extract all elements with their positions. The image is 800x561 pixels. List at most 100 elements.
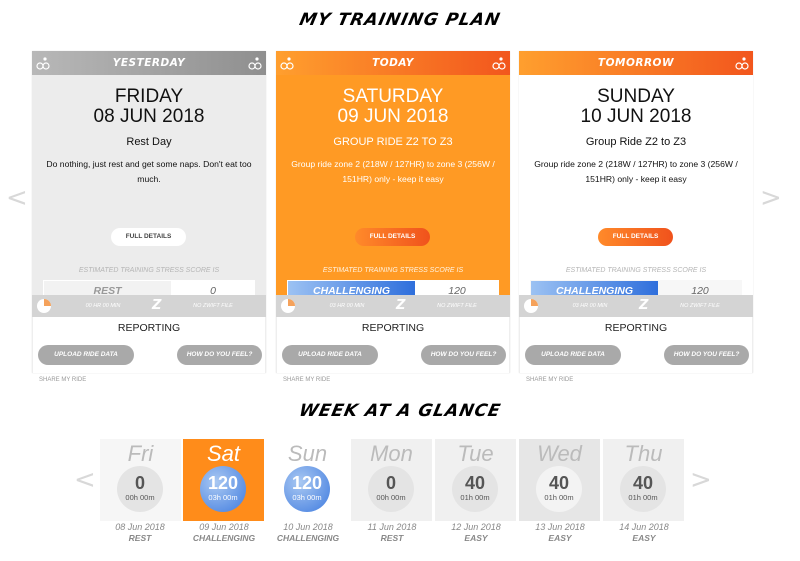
week-tss-value: 120: [207, 473, 239, 493]
tss-circle: 120 03h 00m: [200, 466, 246, 512]
tss-label: ESTIMATED TRAINING STRESS SCORE IS: [322, 267, 464, 274]
clock-pie-icon: [524, 299, 538, 313]
week-time: 00h 00m: [125, 493, 155, 502]
zwift-z-icon: Z: [396, 298, 406, 313]
card-info-row: 03 HR 00 MIN Z NO ZWIFT FILE: [276, 295, 510, 317]
upload-ride-data-button[interactable]: UPLOAD RIDE DATA: [38, 345, 134, 365]
share-my-ride-link[interactable]: SHARE MY RIDE: [39, 377, 86, 383]
week-day-tile[interactable]: Wed 40 01h 00m: [519, 439, 600, 521]
cyclist-logo-icon: [280, 57, 294, 70]
card-ride-name: GROUP RIDE Z2 TO Z3: [333, 136, 453, 148]
week-tss-value: 40: [464, 473, 486, 493]
card-header-label: TODAY: [372, 57, 414, 69]
card-header: TODAY: [276, 51, 510, 75]
week-tss-value: 120: [291, 473, 323, 493]
week-tss-value: 40: [548, 473, 570, 493]
card-date: 08 JUN 2018: [93, 106, 205, 127]
zwift-file-label: NO ZWIFT FILE: [193, 303, 233, 309]
week-day-name: Wed: [537, 441, 582, 466]
week-day-tile[interactable]: Mon 0 00h 00m: [351, 439, 432, 521]
card-ride-name: Rest Day: [126, 136, 172, 148]
zwift-file-label: NO ZWIFT FILE: [437, 303, 477, 309]
how-do-you-feel-button[interactable]: HOW DO YOU FEEL?: [664, 345, 749, 365]
reporting-section: REPORTING UPLOAD RIDE DATA HOW DO YOU FE…: [519, 317, 753, 373]
card-day-name: SATURDAY: [342, 86, 444, 107]
card-ride-description: Group ride zone 2 (218W / 127HR) to zone…: [291, 159, 495, 184]
week-next-arrow[interactable]: >: [690, 467, 712, 493]
week-day-tile[interactable]: Sun 120 03h 00m: [267, 439, 348, 521]
card-body: FRIDAY 08 JUN 2018 Rest Day Do nothing, …: [32, 75, 266, 302]
day-card-tomorrow: TOMORROW SUNDAY 10 JUN 2018 Group Ride Z…: [519, 51, 753, 383]
week-time: 03h 00m: [292, 493, 322, 502]
week-level: EASY: [632, 533, 656, 543]
cards-next-arrow[interactable]: >: [760, 185, 782, 211]
duration-label: 00 HR 00 MIN: [85, 303, 121, 309]
full-details-button[interactable]: FULL DETAILS: [355, 228, 430, 246]
week-time: 01h 00m: [544, 493, 574, 502]
card-ride-description: Group ride zone 2 (218W / 127HR) to zone…: [534, 159, 738, 184]
week-tss-value: 0: [385, 473, 396, 493]
week-day-tile[interactable]: Fri 0 00h 00m: [100, 439, 181, 521]
week-day-name: Thu: [624, 441, 663, 466]
week-time: 03h 00m: [208, 493, 238, 502]
week-day-tile[interactable]: Tue 40 01h 00m: [435, 439, 516, 521]
week-day-tile[interactable]: Sat 120 03h 00m: [183, 439, 264, 521]
tss-circle: 0 00h 00m: [117, 466, 163, 512]
share-my-ride-link[interactable]: SHARE MY RIDE: [283, 377, 330, 383]
week-day-name: Sat: [206, 441, 241, 466]
cyclist-logo-icon: [36, 57, 50, 70]
how-do-you-feel-button[interactable]: HOW DO YOU FEEL?: [177, 345, 262, 365]
reporting-title: REPORTING: [117, 322, 181, 334]
duration-label: 03 HR 00 MIN: [329, 303, 365, 309]
card-day-name: SUNDAY: [597, 86, 675, 107]
week-tss-value: 0: [134, 473, 145, 493]
week-day-name: Sun: [287, 441, 328, 466]
card-body: SUNDAY 10 JUN 2018 Group Ride Z2 to Z3 G…: [519, 75, 753, 302]
training-plan-title: MY TRAINING PLAN: [297, 10, 503, 30]
week-day-name: Tue: [457, 441, 494, 466]
card-header: TOMORROW: [519, 51, 753, 75]
how-do-you-feel-button[interactable]: HOW DO YOU FEEL?: [421, 345, 506, 365]
cyclist-logo-icon: [492, 57, 506, 70]
week-time: 00h 00m: [376, 493, 406, 502]
zwift-z-icon: Z: [152, 298, 162, 313]
card-header-label: TOMORROW: [597, 57, 675, 69]
tss-circle: 40 01h 00m: [452, 466, 498, 512]
share-my-ride-link[interactable]: SHARE MY RIDE: [526, 377, 573, 383]
week-time: 01h 00m: [628, 493, 658, 502]
card-ride-description: Do nothing, just rest and get some naps.…: [46, 159, 252, 184]
week-tss-value: 40: [632, 473, 654, 493]
reporting-title: REPORTING: [604, 322, 668, 334]
tss-label: ESTIMATED TRAINING STRESS SCORE IS: [565, 267, 707, 274]
card-info-row: 00 HR 00 MIN Z NO ZWIFT FILE: [32, 295, 266, 317]
week-prev-arrow[interactable]: <: [74, 467, 96, 493]
full-details-button[interactable]: FULL DETAILS: [111, 228, 186, 246]
week-day-tile[interactable]: Thu 40 01h 00m: [603, 439, 684, 521]
card-ride-name: Group Ride Z2 to Z3: [585, 136, 687, 148]
day-card-today: TODAY SATURDAY 09 JUN 2018 GROUP RIDE Z2…: [276, 51, 510, 383]
tss-circle: 40 01h 00m: [536, 466, 582, 512]
clock-pie-icon: [281, 299, 295, 313]
card-body: SATURDAY 09 JUN 2018 GROUP RIDE Z2 TO Z3…: [276, 75, 510, 302]
week-day-name: Mon: [370, 441, 413, 466]
day-card-yesterday: YESTERDAY FRIDAY 08 JUN 2018 Rest Day Do…: [32, 51, 266, 383]
tss-circle: 120 03h 00m: [284, 466, 330, 512]
zwift-file-label: NO ZWIFT FILE: [680, 303, 720, 309]
duration-label: 03 HR 00 MIN: [572, 303, 608, 309]
upload-ride-data-button[interactable]: UPLOAD RIDE DATA: [525, 345, 621, 365]
card-date: 10 JUN 2018: [580, 106, 692, 127]
upload-ride-data-button[interactable]: UPLOAD RIDE DATA: [282, 345, 378, 365]
card-info-row: 03 HR 00 MIN Z NO ZWIFT FILE: [519, 295, 753, 317]
cards-prev-arrow[interactable]: <: [6, 185, 28, 211]
reporting-section: REPORTING UPLOAD RIDE DATA HOW DO YOU FE…: [32, 317, 266, 373]
card-header: YESTERDAY: [32, 51, 266, 75]
clock-pie-icon: [37, 299, 51, 313]
reporting-section: REPORTING UPLOAD RIDE DATA HOW DO YOU FE…: [276, 317, 510, 373]
tss-circle: 40 01h 00m: [620, 466, 666, 512]
card-header-label: YESTERDAY: [112, 57, 186, 69]
full-details-button[interactable]: FULL DETAILS: [598, 228, 673, 246]
week-at-a-glance-title: WEEK AT A GLANCE: [297, 401, 503, 421]
week-day-name: Fri: [127, 441, 154, 466]
zwift-z-icon: Z: [639, 298, 649, 313]
card-date: 09 JUN 2018: [337, 106, 449, 127]
